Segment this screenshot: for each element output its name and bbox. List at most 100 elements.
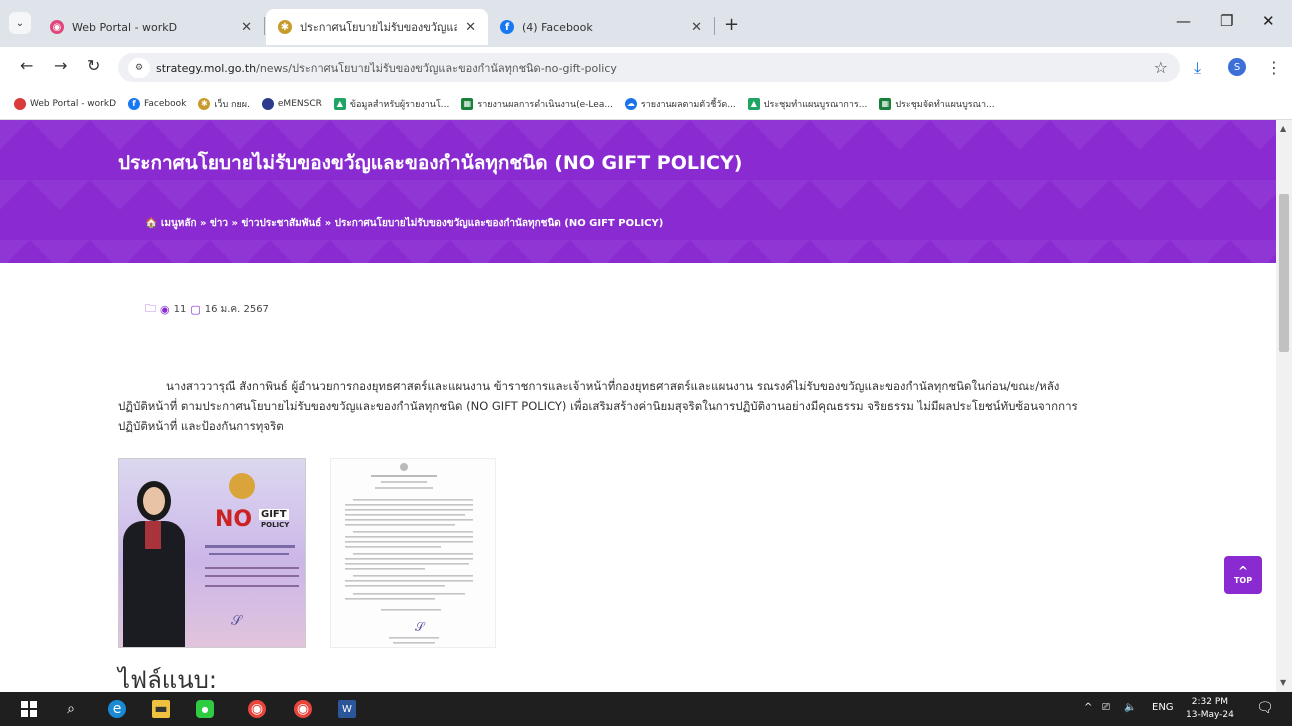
chevron-up-icon: ^	[1237, 563, 1249, 578]
word-icon[interactable]: W	[338, 700, 356, 718]
back-to-top-button[interactable]: ^ TOP	[1224, 556, 1262, 594]
download-icon[interactable]: ⤓	[1194, 58, 1201, 78]
bookmark-star-icon[interactable]: ☆	[1154, 58, 1168, 77]
poster-policy-text: POLICY	[261, 521, 290, 529]
tab-label: (4) Facebook	[522, 20, 593, 34]
bookmark-label: eMENSCR	[277, 98, 322, 109]
url-path: /news/ประกาศนโยบายไม่รับของขวัญและของกำน…	[256, 61, 617, 75]
bookmark-item[interactable]: ☁ รายงานผลตามตัวชี้วัด...	[624, 97, 736, 111]
bookmark-item[interactable]: ▦ ประชุมจัดทำแผนบูรณา...	[879, 97, 995, 111]
poster-text-line	[205, 575, 299, 577]
poster-text-line	[205, 567, 299, 569]
tab-no-gift-policy[interactable]: ✱ ประกาศนโยบายไม่รับของขวัญและขอ ✕	[266, 9, 488, 45]
line-app-icon[interactable]: ●	[196, 700, 214, 718]
tab-divider	[264, 17, 265, 35]
bookmark-label: รายงานผลการดำเนินงาน(e-Lea...	[477, 99, 613, 110]
search-icon[interactable]: ⌕	[62, 700, 80, 718]
close-window-button[interactable]: ✕	[1262, 12, 1275, 30]
volume-icon[interactable]: 🔈	[1124, 702, 1136, 713]
facebook-icon: f	[500, 20, 514, 34]
folder-icon: 🗀	[145, 302, 156, 315]
chrome-icon[interactable]: ◉	[248, 700, 266, 718]
post-meta: 🗀 ◉ 11 ▢ 16 ม.ค. 2567	[145, 300, 269, 319]
screen: ⌄ ◉ Web Portal - workD ✕ ✱ ประกาศนโยบายไ…	[0, 0, 1292, 726]
poster-text-line	[209, 553, 289, 555]
tab-label: Web Portal - workD	[72, 20, 178, 34]
windows-taskbar: ⌕ e ▬ ● ◉ ◉ W ^ ⎚ 🔈 ENG 2:32 PM 13-May-2…	[0, 692, 1292, 726]
bookmark-label: ประชุมทำแผนบูรณาการ...	[763, 99, 868, 110]
bookmark-item[interactable]: eMENSCR	[261, 97, 322, 110]
restore-button[interactable]: ❐	[1220, 12, 1233, 30]
poster-text-line	[205, 545, 295, 548]
tray-chevron-up-icon[interactable]: ^	[1084, 702, 1092, 713]
menu-kebab-icon[interactable]: ⋮	[1266, 58, 1282, 77]
bookmark-label: ข้อมูลสำหรับผู้รายงานโ...	[349, 99, 450, 110]
web-portal-favicon-icon: ◉	[50, 20, 64, 34]
calendar-icon: ▢	[190, 303, 201, 316]
bookmark-item[interactable]: ✱ เว็บ กยผ.	[198, 97, 250, 111]
svg-text:𝒮: 𝒮	[415, 620, 426, 634]
system-clock[interactable]: 2:32 PM 13-May-24	[1186, 696, 1234, 722]
reload-icon[interactable]: ↻	[87, 56, 100, 75]
ministry-favicon-icon: ✱	[198, 97, 211, 110]
no-gift-poster-image[interactable]: NO GIFT POLICY 𝒮	[118, 458, 306, 648]
close-icon[interactable]: ✕	[465, 20, 476, 35]
browser-toolbar: ← → ↻ ⚙ strategy.mol.go.th/news/ประกาศนโ…	[0, 47, 1292, 88]
attachments-heading: ไฟล์แนบ:	[118, 666, 217, 692]
new-tab-button[interactable]: +	[724, 14, 739, 35]
minimize-button[interactable]: —	[1176, 12, 1191, 30]
url-host: strategy.mol.go.th	[156, 61, 257, 75]
back-arrow-icon[interactable]: ←	[20, 56, 33, 75]
bookmark-label: ประชุมจัดทำแผนบูรณา...	[895, 99, 995, 110]
google-sheets-icon: ▦	[879, 97, 892, 110]
site-settings-icon[interactable]: ⚙	[128, 57, 150, 78]
file-explorer-icon[interactable]: ▬	[152, 700, 170, 718]
bookmark-item[interactable]: f Facebook	[128, 97, 187, 110]
announcement-document-image[interactable]: 𝒮	[330, 458, 496, 648]
cloud-icon: ☁	[624, 97, 637, 110]
bookmark-item[interactable]: Web Portal - workD	[14, 97, 117, 110]
close-icon[interactable]: ✕	[241, 20, 252, 35]
network-icon[interactable]: ⎚	[1102, 702, 1110, 713]
chrome-profile-icon[interactable]: ◉	[294, 700, 312, 718]
forward-arrow-icon[interactable]: →	[54, 56, 67, 75]
bookmark-label: Facebook	[144, 98, 187, 109]
poster-text-line	[205, 585, 299, 587]
tab-web-portal[interactable]: ◉ Web Portal - workD ✕	[38, 9, 264, 45]
tab-divider	[714, 17, 715, 35]
bookmark-item[interactable]: ▦ รายงานผลการดำเนินงาน(e-Lea...	[461, 97, 613, 111]
url-text: strategy.mol.go.th/news/ประกาศนโยบายไม่ร…	[156, 59, 617, 77]
ministry-favicon-icon: ✱	[278, 20, 292, 34]
post-date: 16 ม.ค. 2567	[204, 304, 269, 315]
poster-no-text: NO	[215, 507, 253, 532]
scroll-up-arrow-icon[interactable]: ▲	[1280, 124, 1286, 133]
close-icon[interactable]: ✕	[691, 20, 702, 35]
input-language[interactable]: ENG	[1152, 702, 1174, 713]
web-page: ประกาศนโยบายไม่รับของขวัญและของกำนัลทุกช…	[0, 120, 1276, 692]
tab-label: ประกาศนโยบายไม่รับของขวัญและขอ	[300, 21, 458, 34]
scrollbar-thumb[interactable]	[1279, 194, 1289, 352]
bookmark-item[interactable]: ▲ ประชุมทำแผนบูรณาการ...	[747, 97, 868, 111]
scroll-down-arrow-icon[interactable]: ▼	[1280, 678, 1286, 687]
edge-browser-icon[interactable]: e	[108, 700, 126, 718]
tab-facebook[interactable]: f (4) Facebook ✕	[488, 9, 714, 45]
google-drive-icon: ▲	[747, 97, 760, 110]
windows-start-icon[interactable]	[20, 700, 38, 718]
breadcrumb[interactable]: 🏠 เมนูหลัก » ข่าว » ข่าวประชาสัมพันธ์ » …	[145, 216, 663, 231]
profile-avatar[interactable]: S	[1228, 58, 1246, 76]
bookmark-label: รายงานผลตามตัวชี้วัด...	[640, 99, 736, 110]
facebook-icon: f	[128, 97, 141, 110]
windows-logo	[21, 701, 37, 717]
bookmark-item[interactable]: ▲ ข้อมูลสำหรับผู้รายงานโ...	[333, 97, 450, 111]
bookmark-favicon-icon	[14, 97, 26, 110]
article-body: นางสาววารุณี สังกาพินธ์ ผู้อำนวยการกองยุ…	[118, 379, 1078, 433]
notifications-icon[interactable]: 🗨	[1256, 700, 1274, 716]
page-title: ประกาศนโยบายไม่รับของขวัญและของกำนัลทุกช…	[118, 152, 743, 174]
bookmark-label: เว็บ กยผ.	[214, 99, 250, 110]
bookmark-label: Web Portal - workD	[30, 98, 117, 109]
page-scrollbar[interactable]: ▲ ▼	[1276, 120, 1292, 692]
tab-search-button[interactable]: ⌄	[9, 12, 31, 34]
address-bar[interactable]: ⚙ strategy.mol.go.th/news/ประกาศนโยบายไม…	[118, 53, 1180, 82]
document-lines: 𝒮	[345, 463, 473, 644]
poster-person-face	[143, 487, 165, 515]
